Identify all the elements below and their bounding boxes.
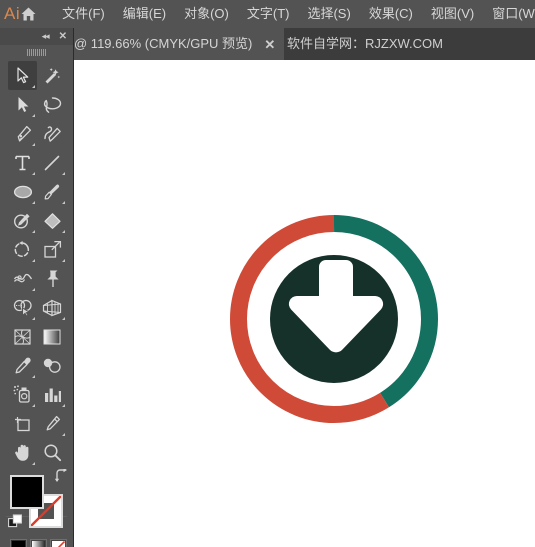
direct-selection-tool[interactable] [8,90,37,119]
document-tab-bar: @ 119.66% (CMYK/GPU 预览) ✕ 软件自学网：RJZXW.CO… [0,28,535,60]
flyout-indicator-icon [32,114,35,117]
rotate-tool[interactable] [8,235,37,264]
default-fill-stroke-icon[interactable] [8,514,23,534]
close-icon[interactable]: ✕ [59,32,67,42]
flyout-indicator-icon [32,462,35,465]
shape-builder-tool[interactable] [8,293,37,322]
flyout-indicator-icon [61,433,65,436]
column-graph-tool[interactable] [38,380,67,409]
menu-view[interactable]: 视图(V) [422,2,483,26]
magic-wand-tool[interactable] [38,61,67,90]
perspective-grid-tool[interactable] [38,293,67,322]
collapse-icon[interactable]: ◂◂ [42,32,50,41]
swap-fill-stroke-icon[interactable] [54,467,68,487]
line-segment-tool[interactable] [38,148,67,177]
flyout-indicator-icon [61,317,65,320]
flyout-indicator-icon [32,172,35,175]
illustrator-window: Ai 文件(F) 编辑(E) 对象(O) 文字(T) 选择(S) 效果(C) 视… [0,0,535,547]
home-icon[interactable] [20,6,37,22]
flyout-indicator-icon [32,375,35,378]
hand-tool[interactable] [8,438,37,467]
paintbrush-tool[interactable] [38,177,67,206]
panel-drag-handle[interactable] [0,45,73,59]
document-canvas[interactable] [78,60,535,547]
flyout-indicator-icon [61,172,65,175]
flyout-indicator-icon [32,317,35,320]
pen-tool[interactable] [8,119,37,148]
close-icon[interactable]: ✕ [264,38,275,51]
eyedropper-tool[interactable] [8,351,37,380]
menu-file[interactable]: 文件(F) [53,2,114,26]
eraser-tool[interactable] [38,206,67,235]
shaper-tool[interactable] [8,206,37,235]
flyout-indicator-icon [32,143,35,146]
tools-panel-header: ◂◂ ✕ [0,28,73,45]
gradient-tool[interactable] [38,322,67,351]
flyout-indicator-icon [32,230,35,233]
fill-swatch[interactable] [10,475,44,509]
flyout-indicator-icon [32,85,35,88]
curvature-tool[interactable] [38,119,67,148]
flyout-indicator-icon [32,259,35,262]
flyout-indicator-icon [32,288,35,291]
menu-edit[interactable]: 编辑(E) [114,2,175,26]
color-mode-button[interactable] [10,539,27,547]
scale-tool[interactable] [38,235,67,264]
document-tab-title: @ 119.66% (CMYK/GPU 预览) [74,36,253,51]
blend-tool[interactable] [38,351,67,380]
gradient-mode-button[interactable] [30,539,47,547]
type-tool[interactable] [8,148,37,177]
flyout-indicator-icon [61,230,65,233]
menu-window[interactable]: 窗口(W) [483,2,535,26]
menu-type[interactable]: 文字(T) [238,2,299,26]
flyout-indicator-icon [32,201,35,204]
tools-panel: ◂◂ ✕ [0,28,74,547]
width-tool[interactable] [8,264,37,293]
fill-stroke-controls [8,467,67,534]
menu-effect[interactable]: 效果(C) [360,2,422,26]
menu-select[interactable]: 选择(S) [298,2,359,26]
mesh-tool[interactable] [8,322,37,351]
artboard-tool[interactable] [8,409,37,438]
zoom-tool[interactable] [38,438,67,467]
fill-type-buttons [10,539,73,547]
menu-item-list: 文件(F) 编辑(E) 对象(O) 文字(T) 选择(S) 效果(C) 视图(V… [53,2,535,26]
flyout-indicator-icon [61,404,65,407]
watermark-text: 软件自学网：RJZXW.COM [287,36,443,51]
download-icon-artwork[interactable] [230,215,438,423]
flyout-indicator-icon [61,201,65,204]
free-transform-tool[interactable] [38,264,67,293]
selection-tool[interactable] [8,61,37,90]
menu-bar: Ai 文件(F) 编辑(E) 对象(O) 文字(T) 选择(S) 效果(C) 视… [0,0,535,28]
flyout-indicator-icon [61,259,65,262]
tool-grid [0,59,73,467]
none-mode-button[interactable] [50,539,67,547]
symbol-sprayer-tool[interactable] [8,380,37,409]
document-tab[interactable]: @ 119.66% (CMYK/GPU 预览) ✕ [62,28,285,60]
ellipse-tool[interactable] [8,177,37,206]
lasso-tool[interactable] [38,90,67,119]
flyout-indicator-icon [32,404,35,407]
app-logo: Ai [4,4,21,23]
menu-object[interactable]: 对象(O) [175,2,238,26]
slice-tool[interactable] [38,409,67,438]
